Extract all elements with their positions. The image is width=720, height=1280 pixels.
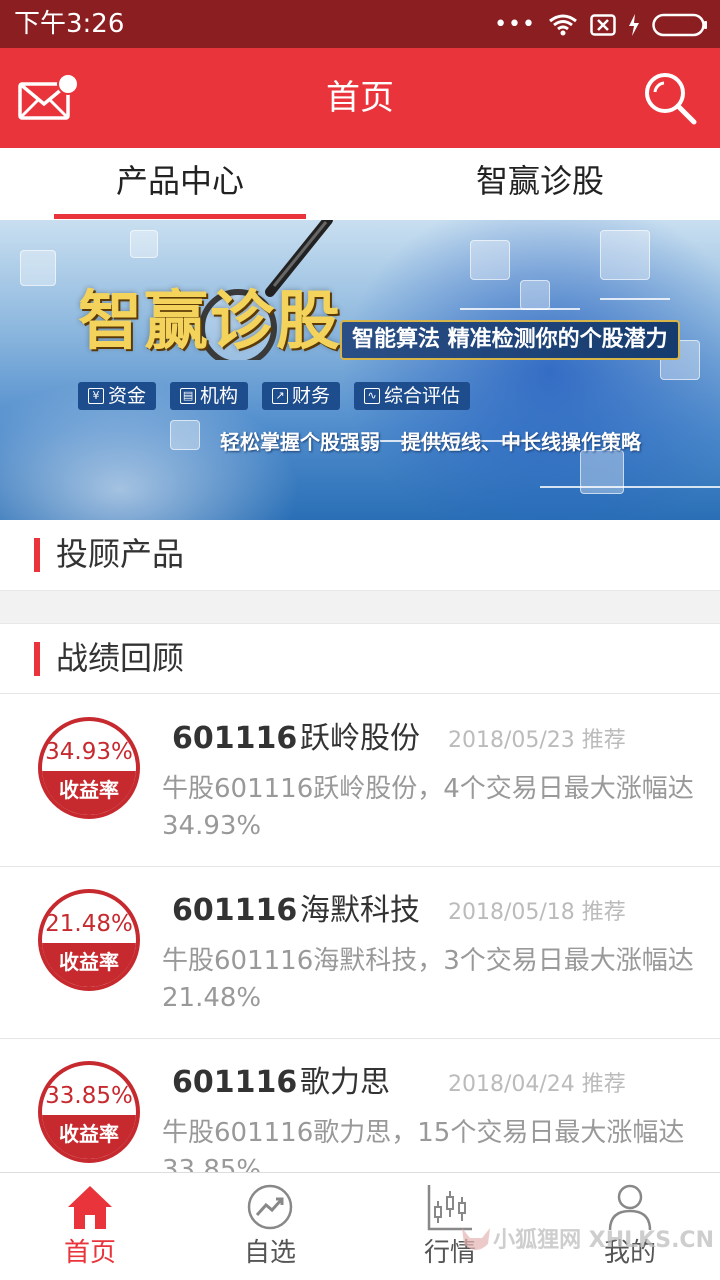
banner-decor — [600, 230, 650, 280]
app-bar: 首页 — [0, 48, 720, 148]
stock-name: 跃岭股份 — [300, 721, 420, 756]
list-item[interactable]: 21.48% 收益率 601116 海默科技 2018/05/18 推荐 牛股6… — [0, 867, 720, 1039]
banner-decor — [540, 486, 720, 488]
return-rate: 34.93% — [45, 739, 133, 765]
tab-product-center[interactable]: 产品中心 — [54, 148, 306, 220]
section-review-header: 战绩回顾 — [0, 624, 720, 694]
stock-code: 601116 — [172, 721, 298, 756]
nav-watchlist[interactable]: 自选 — [180, 1173, 360, 1280]
recommend-date: 2018/05/23 推荐 — [448, 728, 626, 753]
recommend-date: 2018/04/24 推荐 — [448, 1072, 626, 1097]
banner-decor — [460, 308, 580, 310]
status-time: 下午3:26 — [14, 9, 125, 39]
section-marker — [34, 642, 40, 676]
return-rate-badge: 21.48% 收益率 — [38, 889, 140, 991]
stock-name: 歌力思 — [300, 1065, 390, 1100]
fox-logo-icon — [462, 1228, 491, 1250]
banner-decor — [600, 298, 670, 300]
banner-decor — [520, 280, 550, 310]
banner-features: ¥ 资金 ▤ 机构 ↗ 财务 ∿ 综合评估 — [78, 382, 471, 410]
status-bar: 下午3:26 ••• — [0, 0, 720, 48]
return-rate-label: 收益率 — [42, 943, 136, 987]
home-icon — [68, 1186, 112, 1229]
search-icon[interactable] — [642, 70, 698, 126]
stock-code: 601116 — [172, 1065, 298, 1100]
record-description: 牛股601116歌力思，15个交易日最大涨幅达33.85% — [162, 1118, 685, 1173]
feature-chip: ▤ 机构 — [170, 382, 249, 410]
return-rate: 33.85% — [45, 1083, 133, 1109]
page-title: 首页 — [326, 78, 394, 118]
tab-bar: 产品中心 智赢诊股 — [0, 148, 720, 220]
section-products-header: 投顾产品 — [0, 520, 720, 590]
banner-decor — [170, 420, 200, 450]
more-dots-icon: ••• — [494, 12, 536, 37]
no-sim-icon — [590, 14, 616, 36]
trend-icon — [247, 1184, 293, 1230]
status-icons: ••• — [494, 10, 708, 40]
feature-chip: ∿ 综合评估 — [354, 382, 471, 410]
promo-banner[interactable]: 智赢诊股 智能算法 精准检测你的个股潜力 ¥ 资金 ▤ 机构 ↗ 财务 ∿ 综合评估 轻… — [0, 220, 720, 520]
feature-chip: ↗ 财务 — [262, 382, 341, 410]
money-icon: ¥ — [88, 388, 104, 404]
return-rate-badge: 34.93% 收益率 — [38, 717, 140, 819]
battery-icon — [652, 13, 707, 37]
list-item[interactable]: 34.93% 收益率 601116 跃岭股份 2018/05/23 推荐 牛股6… — [0, 695, 720, 867]
section-divider — [0, 590, 720, 624]
section-title: 投顾产品 — [56, 535, 185, 573]
recommend-date: 2018/05/18 推荐 — [448, 900, 626, 925]
banner-decor — [20, 250, 56, 286]
building-icon: ▤ — [180, 388, 197, 404]
record-description: 牛股601116跃岭股份，4个交易日最大涨幅达34.93% — [162, 774, 694, 841]
feature-chip: ¥ 资金 — [78, 382, 157, 410]
section-marker — [34, 538, 40, 572]
banner-decor — [130, 230, 158, 258]
stock-code: 601116 — [172, 893, 298, 928]
nav-label: 自选 — [243, 1238, 296, 1268]
active-tab-indicator — [54, 214, 306, 219]
tab-stock-diagnosis[interactable]: 智赢诊股 — [414, 148, 666, 220]
wifi-icon — [549, 14, 577, 36]
nav-home[interactable]: 首页 — [0, 1173, 180, 1280]
banner-subtitle: 智能算法 精准检测你的个股潜力 — [340, 320, 680, 360]
banner-title: 智赢诊股 — [78, 285, 342, 359]
return-rate: 21.48% — [45, 911, 133, 937]
nav-label: 首页 — [63, 1238, 116, 1268]
pulse-icon: ∿ — [364, 388, 381, 404]
return-rate-label: 收益率 — [42, 771, 136, 815]
record-list[interactable]: 34.93% 收益率 601116 跃岭股份 2018/05/23 推荐 牛股6… — [0, 695, 720, 1173]
record-description: 牛股601116海默科技，3个交易日最大涨幅达21.48% — [162, 946, 694, 1013]
section-title: 战绩回顾 — [56, 639, 185, 677]
user-icon — [608, 1184, 652, 1231]
return-rate-label: 收益率 — [42, 1115, 136, 1159]
banner-description: 轻松掌握个股强弱 提供短线、中长线操作策略 — [220, 430, 641, 454]
return-rate-badge: 33.85% 收益率 — [38, 1061, 140, 1163]
list-item[interactable]: 33.85% 收益率 601116 歌力思 2018/04/24 推荐 牛股60… — [0, 1039, 720, 1173]
candlestick-icon — [427, 1185, 472, 1231]
banner-decor — [470, 240, 510, 280]
charging-icon — [629, 14, 639, 36]
stock-name: 海默科技 — [300, 893, 420, 928]
chart-up-icon: ↗ — [272, 388, 289, 404]
site-watermark: 小狐狸网 XHLKS.CN — [459, 1226, 714, 1256]
